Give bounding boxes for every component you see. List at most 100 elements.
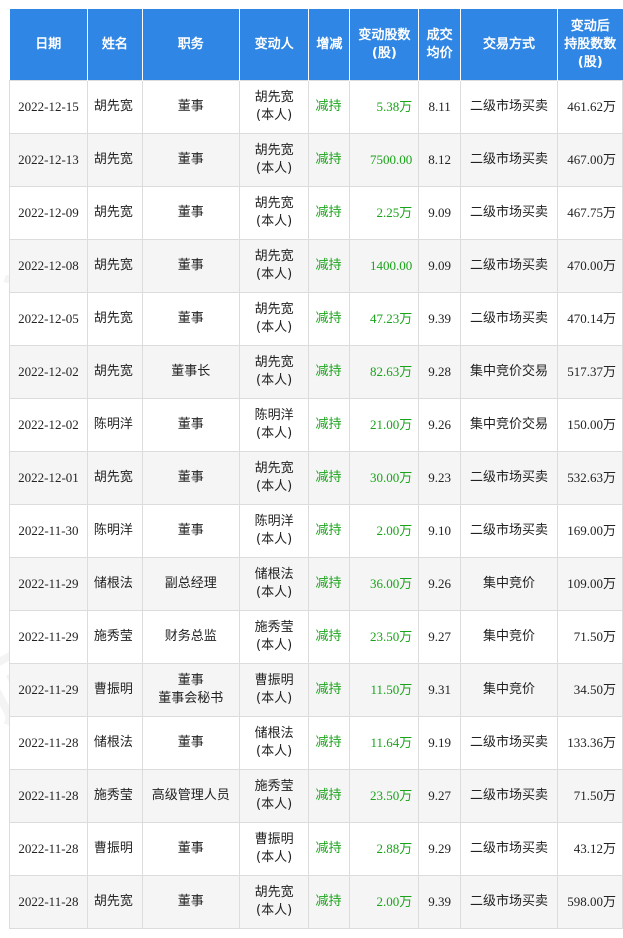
cell-shares: 1400.00 bbox=[349, 239, 420, 293]
cell-shares-after: 133.36万 bbox=[556, 716, 623, 770]
position-line: 董事 bbox=[177, 735, 204, 750]
position-line: 董事 bbox=[177, 311, 204, 326]
changer-note: (本人) bbox=[256, 161, 293, 176]
changer-name: 曹振明 bbox=[254, 673, 294, 688]
cell-shares-after: 43.12万 bbox=[556, 822, 623, 876]
position-line: 董事 bbox=[177, 470, 204, 485]
cell-price: 9.29 bbox=[418, 822, 462, 876]
cell-price: 9.23 bbox=[418, 451, 462, 505]
cell-shares-after: 467.75万 bbox=[556, 186, 623, 240]
changer-name: 陈明洋 bbox=[254, 514, 294, 529]
changer-name: 胡先宽 bbox=[254, 196, 294, 211]
cell-trade-type: 集中竞价 bbox=[460, 663, 558, 717]
cell-trade-type: 二级市场买卖 bbox=[460, 186, 558, 240]
changer-name: 胡先宽 bbox=[254, 143, 294, 158]
cell-trade-type: 二级市场买卖 bbox=[460, 451, 558, 505]
table-row: 2022-11-28 胡先宽 董事 胡先宽 (本人) 减持 2.00万 9.39 二级市场买卖 5… bbox=[9, 875, 623, 929]
cell-shares: 47.23万 bbox=[349, 292, 420, 346]
cell-date: 2022-12-01 bbox=[9, 451, 88, 505]
cell-changer: 储根法 (本人) bbox=[238, 557, 310, 611]
cell-trade-type: 二级市场买卖 bbox=[460, 504, 558, 558]
position-line: 董事 bbox=[177, 417, 204, 432]
cell-name: 胡先宽 bbox=[86, 133, 143, 187]
cell-position: 董事 bbox=[141, 451, 240, 505]
cell-changer: 胡先宽 (本人) bbox=[238, 186, 310, 240]
insider-trading-table: 日期 姓名 职务 变动人 增减 变动股数 (股) 成交 均价 交易方式 变动后 持股数… bbox=[9, 9, 623, 929]
table-row: 2022-11-28 施秀莹 高级管理人员 施秀莹 (本人) 减持 23.50万 9.27 二级… bbox=[9, 769, 623, 823]
cell-name: 陈明洋 bbox=[86, 504, 143, 558]
cell-date: 2022-12-08 bbox=[9, 239, 88, 293]
cell-position: 董事 董事会秘书 bbox=[141, 663, 240, 717]
changer-note: (本人) bbox=[256, 638, 293, 653]
cell-date: 2022-11-30 bbox=[9, 504, 88, 558]
changer-name: 储根法 bbox=[254, 726, 294, 741]
cell-trade-type: 集中竞价 bbox=[460, 557, 558, 611]
cell-name: 曹振明 bbox=[86, 663, 143, 717]
table-row: 2022-12-02 胡先宽 董事长 胡先宽 (本人) 减持 82.63万 9.28 集中竞价交… bbox=[9, 345, 623, 399]
changer-name: 储根法 bbox=[254, 567, 294, 582]
position-line: 董事 bbox=[177, 258, 204, 273]
cell-trade-type: 二级市场买卖 bbox=[460, 133, 558, 187]
cell-date: 2022-12-15 bbox=[9, 80, 88, 134]
cell-shares-after: 34.50万 bbox=[556, 663, 623, 717]
cell-position: 董事 bbox=[141, 133, 240, 187]
cell-position: 财务总监 bbox=[141, 610, 240, 664]
cell-date: 2022-12-02 bbox=[9, 345, 88, 399]
position-line: 董事 bbox=[177, 152, 204, 167]
cell-shares-after: 109.00万 bbox=[556, 557, 623, 611]
changer-note: (本人) bbox=[256, 267, 293, 282]
changer-note: (本人) bbox=[256, 479, 293, 494]
changer-note: (本人) bbox=[256, 744, 293, 759]
cell-date: 2022-11-29 bbox=[9, 663, 88, 717]
cell-price: 9.39 bbox=[418, 875, 462, 929]
cell-trade-type: 二级市场买卖 bbox=[460, 875, 558, 929]
cell-shares: 5.38万 bbox=[349, 80, 420, 134]
changer-name: 陈明洋 bbox=[254, 408, 294, 423]
changer-name: 胡先宽 bbox=[254, 885, 294, 900]
cell-action: 减持 bbox=[308, 345, 351, 399]
cell-trade-type: 二级市场买卖 bbox=[460, 716, 558, 770]
position-line: 高级管理人员 bbox=[151, 788, 230, 803]
cell-date: 2022-12-05 bbox=[9, 292, 88, 346]
cell-shares-after: 598.00万 bbox=[556, 875, 623, 929]
position-line: 董事会秘书 bbox=[158, 691, 224, 706]
cell-name: 陈明洋 bbox=[86, 398, 143, 452]
cell-date: 2022-11-28 bbox=[9, 716, 88, 770]
header-price: 成交 均价 bbox=[418, 9, 462, 81]
header-name: 姓名 bbox=[87, 9, 143, 81]
position-line: 董事长 bbox=[171, 364, 211, 379]
cell-action: 减持 bbox=[308, 716, 351, 770]
table-row: 2022-12-09 胡先宽 董事 胡先宽 (本人) 减持 2.25万 9.09 二级市场买卖 4… bbox=[9, 186, 623, 240]
cell-action: 减持 bbox=[308, 80, 351, 134]
cell-action: 减持 bbox=[308, 557, 351, 611]
cell-shares: 11.50万 bbox=[349, 663, 420, 717]
cell-name: 施秀莹 bbox=[86, 610, 143, 664]
cell-trade-type: 集中竞价交易 bbox=[460, 345, 558, 399]
position-line: 董事 bbox=[177, 841, 204, 856]
table-row: 2022-12-15 胡先宽 董事 胡先宽 (本人) 减持 5.38万 8.11 二级市场买卖 4… bbox=[9, 80, 623, 134]
cell-price: 9.31 bbox=[418, 663, 462, 717]
cell-shares: 2.00万 bbox=[349, 875, 420, 929]
cell-changer: 曹振明 (本人) bbox=[238, 822, 310, 876]
cell-shares: 7500.00 bbox=[349, 133, 420, 187]
header-date: 日期 bbox=[9, 9, 88, 81]
cell-date: 2022-11-29 bbox=[9, 610, 88, 664]
cell-shares-after: 71.50万 bbox=[556, 610, 623, 664]
cell-date: 2022-11-28 bbox=[9, 875, 88, 929]
cell-changer: 胡先宽 (本人) bbox=[238, 80, 310, 134]
cell-name: 曹振明 bbox=[86, 822, 143, 876]
cell-price: 9.27 bbox=[418, 610, 462, 664]
cell-price: 8.11 bbox=[418, 80, 462, 134]
position-line: 财务总监 bbox=[164, 629, 217, 644]
table-row: 2022-11-30 陈明洋 董事 陈明洋 (本人) 减持 2.00万 9.10 二级市场买卖 1… bbox=[9, 504, 623, 558]
cell-changer: 胡先宽 (本人) bbox=[238, 451, 310, 505]
position-line: 副总经理 bbox=[164, 576, 217, 591]
cell-shares-after: 461.62万 bbox=[556, 80, 623, 134]
table-row: 2022-12-01 胡先宽 董事 胡先宽 (本人) 减持 30.00万 9.23 二级市场买卖… bbox=[9, 451, 623, 505]
changer-note: (本人) bbox=[256, 214, 293, 229]
table-row: 2022-11-28 储根法 董事 储根法 (本人) 减持 11.64万 9.19 二级市场买卖… bbox=[9, 716, 623, 770]
cell-price: 9.27 bbox=[418, 769, 462, 823]
cell-position: 董事 bbox=[141, 398, 240, 452]
cell-shares-after: 169.00万 bbox=[556, 504, 623, 558]
header-after: 变动后 持股数数 (股) bbox=[557, 9, 623, 81]
